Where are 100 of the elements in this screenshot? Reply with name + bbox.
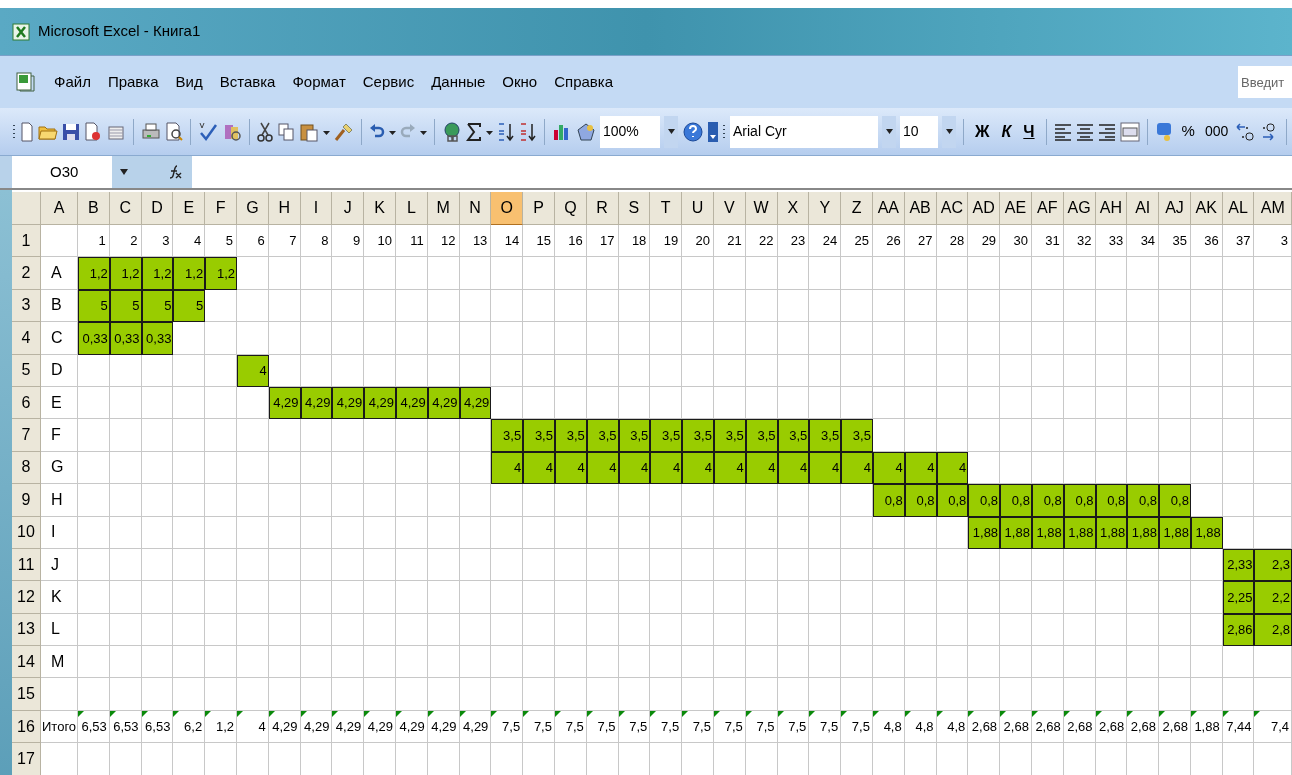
error-indicator-icon[interactable] <box>936 710 943 717</box>
error-indicator-icon[interactable] <box>586 710 593 717</box>
font-size-field[interactable]: 10 <box>900 115 938 148</box>
column-header[interactable]: P <box>523 192 555 225</box>
row-header[interactable]: 4 <box>12 322 41 355</box>
row-header[interactable]: 17 <box>12 743 41 775</box>
error-indicator-icon[interactable] <box>1095 710 1102 717</box>
error-indicator-icon[interactable] <box>141 710 148 717</box>
column-header[interactable]: A <box>41 192 78 225</box>
column-header[interactable]: AB <box>904 192 937 225</box>
error-indicator-icon[interactable] <box>1127 710 1134 717</box>
error-indicator-icon[interactable] <box>491 710 498 717</box>
error-indicator-icon[interactable] <box>1063 710 1070 717</box>
error-indicator-icon[interactable] <box>427 710 434 717</box>
column-header[interactable]: C <box>109 192 142 225</box>
error-indicator-icon[interactable] <box>205 710 212 717</box>
column-header[interactable]: AC <box>936 192 969 225</box>
column-header[interactable]: AI <box>1127 192 1160 225</box>
column-header[interactable]: Y <box>809 192 842 225</box>
thousands-separator-button[interactable]: 000 <box>1201 121 1232 142</box>
underline-button[interactable]: Ч <box>1019 119 1039 144</box>
row-header[interactable]: 16 <box>12 710 41 744</box>
error-indicator-icon[interactable] <box>332 710 339 717</box>
row-header[interactable]: 11 <box>12 548 41 582</box>
error-indicator-icon[interactable] <box>237 710 243 717</box>
dropdown-arrow-icon[interactable] <box>120 169 128 175</box>
error-indicator-icon[interactable] <box>1000 710 1007 717</box>
column-header[interactable]: AH <box>1095 192 1128 225</box>
column-header[interactable]: AJ <box>1159 192 1191 225</box>
dropdown-arrow-icon[interactable] <box>667 129 675 134</box>
menu-item[interactable]: Данные <box>429 70 488 94</box>
menu-item[interactable]: Вид <box>173 70 205 94</box>
row-header[interactable]: 2 <box>12 257 41 290</box>
error-indicator-icon[interactable] <box>300 710 307 717</box>
column-header[interactable]: I <box>300 192 333 225</box>
column-header[interactable]: N <box>459 192 492 225</box>
column-header[interactable]: L <box>395 192 428 225</box>
error-indicator-icon[interactable] <box>554 710 561 717</box>
column-header[interactable]: X <box>777 192 810 225</box>
column-header[interactable]: Q <box>554 192 587 225</box>
row-header[interactable]: 14 <box>12 646 41 679</box>
row-header[interactable]: 13 <box>12 613 41 647</box>
cut-icon[interactable] <box>257 121 273 142</box>
column-header[interactable]: AD <box>968 192 1001 225</box>
column-header[interactable]: AF <box>1031 192 1064 225</box>
menu-item[interactable]: Правка <box>105 70 161 94</box>
dropdown-arrow-icon[interactable] <box>945 129 953 134</box>
column-header[interactable]: G <box>237 192 269 225</box>
column-header[interactable]: F <box>205 192 237 225</box>
document-permission-icon[interactable] <box>84 121 102 142</box>
print-icon[interactable] <box>141 121 161 142</box>
row-header[interactable]: 12 <box>12 581 41 614</box>
hyperlink-globe-icon[interactable] <box>442 121 462 142</box>
column-header[interactable]: AM <box>1254 192 1292 225</box>
error-indicator-icon[interactable] <box>173 710 180 717</box>
percent-button[interactable]: % <box>1178 120 1198 143</box>
error-indicator-icon[interactable] <box>1159 710 1166 717</box>
help-search-field[interactable]: Введит <box>1238 66 1292 98</box>
error-indicator-icon[interactable] <box>650 710 657 717</box>
column-header[interactable]: D <box>141 192 174 225</box>
copy-icon[interactable] <box>277 121 295 142</box>
help-icon[interactable] <box>682 121 704 142</box>
column-header[interactable]: H <box>268 192 301 225</box>
error-indicator-icon[interactable] <box>809 710 816 717</box>
print-preview-icon[interactable] <box>165 121 183 142</box>
sort-ascending-icon[interactable] <box>497 121 515 142</box>
error-indicator-icon[interactable] <box>459 710 466 717</box>
error-indicator-icon[interactable] <box>1190 710 1197 717</box>
error-indicator-icon[interactable] <box>968 710 975 717</box>
font-name-field[interactable]: Arial Cyr <box>730 115 878 148</box>
row-header[interactable]: 1 <box>12 225 41 258</box>
row-header[interactable]: 6 <box>12 386 41 420</box>
error-indicator-icon[interactable] <box>1031 710 1038 717</box>
bold-button[interactable]: Ж <box>971 119 994 144</box>
increase-decimal-icon[interactable] <box>1235 121 1256 142</box>
zoom-field[interactable]: 100% <box>600 115 660 148</box>
menu-item[interactable]: Окно <box>500 70 540 94</box>
column-header[interactable]: U <box>682 192 714 225</box>
column-header[interactable]: Z <box>841 192 873 225</box>
row-header[interactable]: 3 <box>12 289 41 323</box>
error-indicator-icon[interactable] <box>745 710 752 717</box>
column-header[interactable]: AG <box>1063 192 1096 225</box>
column-header[interactable]: V <box>713 192 746 225</box>
error-indicator-icon[interactable] <box>1222 710 1229 717</box>
align-left-icon[interactable] <box>1053 121 1072 142</box>
error-indicator-icon[interactable] <box>109 710 116 717</box>
dropdown-arrow-icon[interactable] <box>885 129 893 134</box>
function-icon[interactable] <box>168 164 182 180</box>
row-header[interactable]: 5 <box>12 354 41 387</box>
column-header[interactable]: M <box>427 192 460 225</box>
column-header[interactable]: B <box>78 192 110 225</box>
row-header[interactable]: 15 <box>12 678 41 711</box>
column-header[interactable]: E <box>173 192 206 225</box>
row-header[interactable]: 7 <box>12 419 41 452</box>
merge-center-icon[interactable] <box>1119 121 1140 142</box>
column-header[interactable]: O <box>491 192 524 225</box>
column-header[interactable]: T <box>650 192 683 225</box>
error-indicator-icon[interactable] <box>841 710 848 717</box>
menu-item[interactable]: Справка <box>552 70 616 94</box>
error-indicator-icon[interactable] <box>777 710 784 717</box>
